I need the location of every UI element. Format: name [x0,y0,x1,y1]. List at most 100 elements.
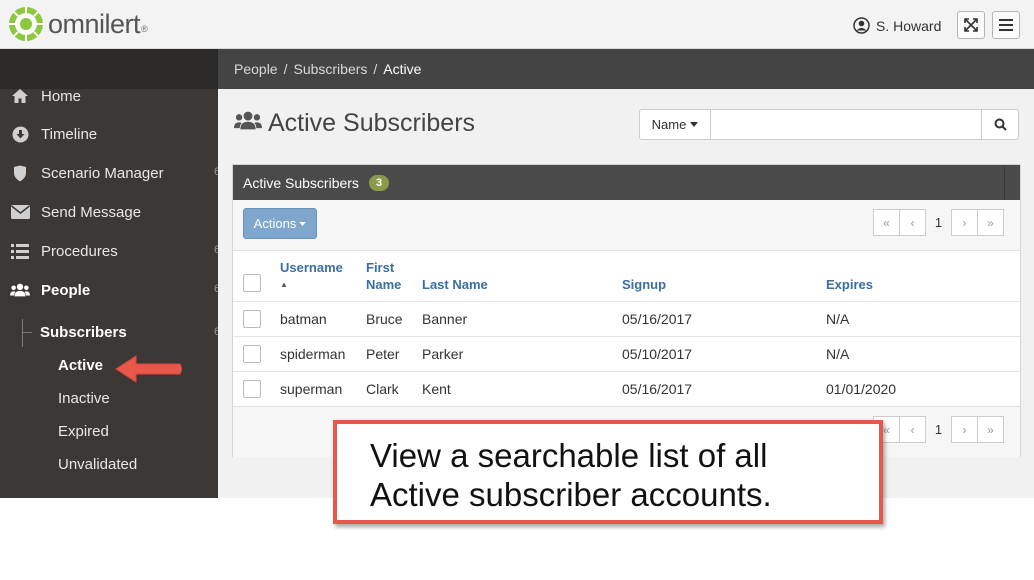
table-row[interactable]: spiderman Peter Parker 05/10/2017 N/A [233,336,1020,371]
menu-button[interactable] [992,11,1020,39]
sidebar-item-label: Scenario Manager [41,164,164,182]
cell-username: superman [280,381,343,397]
expand-icon [964,18,978,32]
annotation-arrow [115,355,182,383]
callout-line-1: View a searchable list of all [370,437,768,474]
caret-down-icon [299,221,307,226]
column-header-last-name[interactable]: Last Name [422,276,488,293]
cell-username: batman [280,311,327,327]
cell-last-name: Parker [422,346,464,362]
row-checkbox[interactable] [243,380,261,398]
column-header-signup[interactable]: Signup [622,276,666,293]
breadcrumb-people[interactable]: People [234,61,278,77]
cell-expires: 01/01/2020 [826,381,897,397]
search-input[interactable] [711,109,982,140]
hamburger-icon [999,19,1013,31]
omnilert-logo[interactable]: omnilert ® [8,6,148,42]
row-checkbox[interactable] [243,345,261,363]
breadcrumb: People / Subscribers / Active [218,49,1034,89]
subscribers-panel: Active Subscribers 3 Actions « ‹ 1 › » U… [232,164,1021,457]
sort-asc-icon: ▲ [280,280,288,289]
sidebar-subitem-active[interactable]: Active [58,357,103,374]
sidebar-item-procedures[interactable]: Procedures [10,242,118,260]
list-icon [10,242,30,260]
cell-first-name: Peter [366,346,400,362]
home-icon [10,87,30,105]
column-header-first-name[interactable]: First Name [366,259,401,293]
sidebar-subitem-unvalidated[interactable]: Unvalidated [58,456,137,473]
sidebar-item-label: People [41,281,91,299]
cell-last-name: Banner [422,311,468,327]
column-header-username[interactable]: Username ▲ [280,259,343,293]
page-title-text: Active Subscribers [268,109,476,137]
cell-first-name: Bruce [366,311,403,327]
actions-button[interactable]: Actions [243,208,317,239]
current-page[interactable]: 1 [925,209,952,236]
download-circle-icon [10,125,30,143]
last-page-button[interactable]: » [977,416,1004,443]
actions-label: Actions [253,216,297,231]
logo-icon [9,7,43,41]
panel-title: Active Subscribers [243,174,359,191]
callout-line-2: Active subscriber accounts. [370,476,772,513]
row-checkbox[interactable] [243,310,261,328]
sidebar-item-people[interactable]: People [10,281,90,299]
caret-down-icon [690,122,699,127]
logo-text: omnilert [48,8,141,39]
cell-expires: N/A [826,311,850,327]
cell-expires: N/A [826,346,850,362]
cell-username: spiderman [280,346,346,362]
panel-header: Active Subscribers 3 [233,165,1020,200]
pagination-top: « ‹ 1 › » [873,209,1004,236]
search-icon [994,118,1007,131]
fullscreen-button[interactable] [957,11,985,39]
breadcrumb-subscribers[interactable]: Subscribers [293,61,367,77]
sidebar-item-home[interactable]: Home [10,87,81,105]
table-row[interactable]: superman Clark Kent 05/16/2017 01/01/202… [233,371,1020,406]
sidebar: Home Timeline Scenario Manager 6 Send Me… [0,49,220,498]
sidebar-item-scenario-manager[interactable]: Scenario Manager [10,164,164,182]
column-header-expires[interactable]: Expires [826,276,873,293]
sidebar-subitem-expired[interactable]: Expired [58,423,109,440]
current-page[interactable]: 1 [925,416,952,443]
sidebar-item-send-message[interactable]: Send Message [10,203,141,221]
sidebar-top-band [0,49,218,89]
next-page-button[interactable]: › [951,416,978,443]
pagination-bottom: « ‹ 1 › » [873,416,1004,443]
user-menu[interactable]: S. Howard [853,17,941,34]
envelope-icon [10,203,30,221]
sidebar-item-subscribers[interactable]: Subscribers [40,324,127,341]
callout-text: View a searchable list of all Active sub… [370,436,870,514]
breadcrumb-separator: / [373,61,378,77]
sidebar-item-timeline[interactable]: Timeline [10,125,97,143]
search-field-label: Name [651,117,687,132]
first-page-button[interactable]: « [873,209,900,236]
sidebar-item-label: Home [41,87,82,105]
select-all-checkbox[interactable] [243,274,261,292]
table-row[interactable]: batman Bruce Banner 05/16/2017 N/A [233,301,1020,336]
tree-line [22,319,23,347]
search-button[interactable] [982,109,1019,140]
cell-last-name: Kent [422,381,451,397]
breadcrumb-current: Active [383,61,422,77]
user-name: S. Howard [876,17,942,34]
logo-registered-mark: ® [141,24,148,34]
sidebar-item-label: Procedures [41,242,118,260]
page-title: Active Subscribers [234,109,475,138]
users-icon [10,281,30,299]
sidebar-item-label: Timeline [41,125,98,143]
prev-page-button[interactable]: ‹ [899,416,926,443]
breadcrumb-separator: / [283,61,288,77]
tree-line [22,332,32,333]
prev-page-button[interactable]: ‹ [899,209,926,236]
cell-signup: 05/16/2017 [622,311,693,327]
cell-signup: 05/16/2017 [622,381,693,397]
panel-header-divider [1004,165,1005,200]
user-circle-icon [853,17,870,34]
last-page-button[interactable]: » [977,209,1004,236]
sidebar-subitem-inactive[interactable]: Inactive [58,390,110,407]
search-bar: Name [639,109,1019,140]
next-page-button[interactable]: › [951,209,978,236]
search-field-dropdown[interactable]: Name [639,109,711,140]
cell-first-name: Clark [366,381,399,397]
